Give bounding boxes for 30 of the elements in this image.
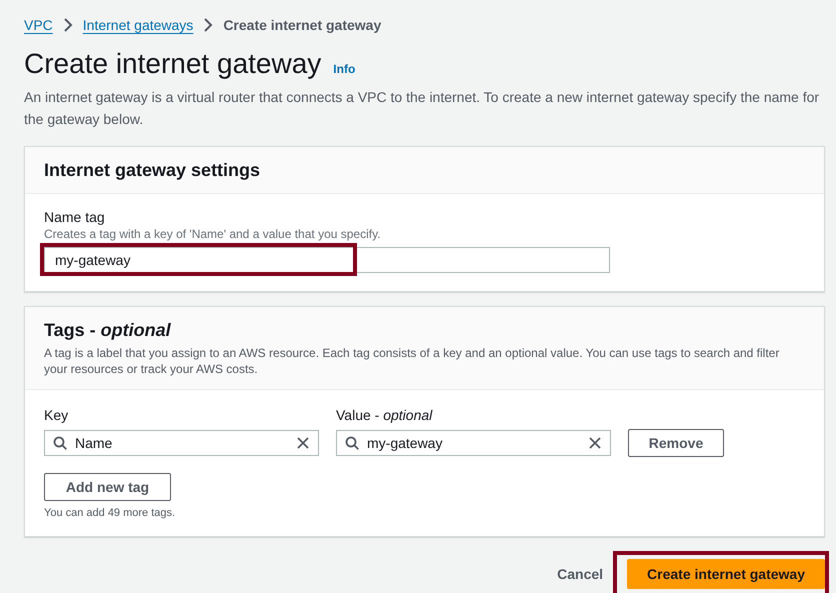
key-field[interactable]: Name: [44, 430, 319, 456]
clear-icon: [588, 436, 602, 450]
value-field[interactable]: my-gateway: [336, 430, 611, 456]
text-input[interactable]: Name: [75, 435, 288, 451]
create-button[interactable]: Create internet gateway: [627, 559, 825, 589]
text-input[interactable]: my-gateway: [367, 435, 580, 451]
search-icon: [345, 436, 359, 450]
panel-title: Tags - optional: [44, 320, 172, 341]
field-label: Value - optional: [336, 407, 434, 423]
breadcrumb-current: Create internet gateway: [223, 17, 382, 33]
add-tag-button[interactable]: Add new tag: [44, 473, 171, 501]
page-description: An internet gateway is a virtual router that connects a VPC to the internet. To create a new internet gateway specify the name for the gateway below.: [24, 88, 820, 129]
chevron-icon: [203, 18, 214, 32]
breadcrumb-link[interactable]: Internet gateways: [82, 17, 194, 33]
field-label: Key: [44, 407, 70, 423]
remove-button[interactable]: Remove: [628, 429, 724, 457]
search-icon: [53, 436, 67, 450]
panel-description: A tag is a label that you assign to an AWS resource. Each tag consists of a key and an optional value. You can use tags to search and filter your resources or track your AWS costs.: [44, 345, 780, 377]
field-hint: Creates a tag with a key of 'Name' and a value that you specify.: [44, 227, 382, 241]
info-link[interactable]: Info: [333, 62, 356, 76]
name-tag-field[interactable]: my-gateway: [44, 247, 610, 273]
clear-icon: [296, 436, 310, 450]
cancel-button[interactable]: Cancel: [557, 566, 604, 582]
tag-limit-note: You can add 49 more tags.: [44, 507, 176, 519]
text-input[interactable]: my-gateway: [55, 252, 599, 268]
page-title: Create internet gateway: [24, 48, 322, 80]
breadcrumb-link[interactable]: VPC: [24, 17, 53, 33]
panel-title: Internet gateway settings: [44, 160, 262, 181]
field-label: Name tag: [44, 209, 106, 225]
chevron-icon: [62, 18, 73, 32]
